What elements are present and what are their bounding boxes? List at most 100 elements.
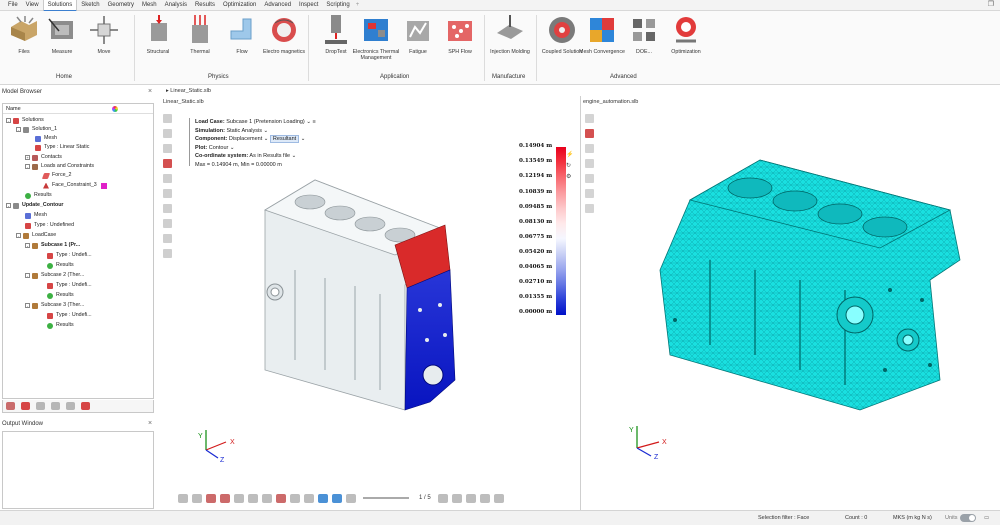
engine-block-contour-model[interactable]: [255, 170, 465, 415]
zoom-icon[interactable]: [220, 493, 230, 503]
units-system[interactable]: MKS (m kg N s): [893, 515, 932, 521]
tree-node-solutions[interactable]: - Solutions: [6, 117, 44, 124]
injection-molding-button[interactable]: Injection Molding: [486, 13, 534, 69]
chevron-down-icon[interactable]: ⌄: [306, 119, 311, 125]
face-tool-icon[interactable]: [585, 174, 594, 183]
axes-icon[interactable]: [178, 493, 188, 503]
chevron-down-icon[interactable]: ⌄: [264, 136, 269, 142]
measure-button[interactable]: Measure: [38, 13, 86, 69]
tree-node-type[interactable]: Type : Undefi...: [47, 312, 92, 319]
tree-node-type[interactable]: Type : Undefi...: [47, 252, 92, 259]
animation-slider[interactable]: [363, 497, 409, 499]
plot-row[interactable]: Plot: Contour ⌄: [195, 144, 316, 153]
ruler-icon[interactable]: [437, 493, 448, 503]
close-icon[interactable]: ×: [148, 88, 152, 95]
collapse-icon[interactable]: -: [25, 273, 30, 278]
tab-materials-icon[interactable]: [66, 402, 75, 410]
ruler-icon[interactable]: [451, 493, 462, 503]
chevron-down-icon[interactable]: ⌄: [301, 136, 306, 142]
animate-tool-icon[interactable]: [163, 219, 172, 228]
tree-node-results[interactable]: Results: [47, 322, 74, 329]
ruler-icon[interactable]: [493, 493, 504, 503]
probe-tool-icon[interactable]: [163, 129, 172, 138]
section-tool-icon[interactable]: [163, 144, 172, 153]
curve-tool-icon[interactable]: [585, 129, 594, 138]
wireframe-icon[interactable]: [290, 493, 300, 503]
collapse-icon[interactable]: -: [25, 243, 30, 248]
menu-icon[interactable]: ≡: [312, 119, 315, 125]
query-tool-icon[interactable]: [163, 234, 172, 243]
color-wheel-icon[interactable]: [112, 106, 118, 112]
component-dropdown[interactable]: Displacement: [229, 136, 262, 142]
menu-scripting[interactable]: Scripting: [322, 0, 353, 10]
output-window[interactable]: [2, 431, 154, 509]
collapse-icon[interactable]: -: [6, 118, 11, 123]
tree-node-solution1[interactable]: - Solution_1: [16, 126, 57, 133]
panel-toggle-icon[interactable]: ▭: [984, 515, 989, 521]
tree-node-results[interactable]: Results: [47, 292, 74, 299]
collapse-icon[interactable]: -: [16, 127, 21, 132]
document-tab[interactable]: ▸ Linear_Static.slb: [166, 88, 211, 94]
optimization-button[interactable]: Optimization: [662, 13, 710, 69]
tree-node-subcase2[interactable]: - Subcase 2 (Ther...: [25, 272, 84, 279]
simulation-dropdown[interactable]: Static Analysis: [226, 128, 261, 134]
ruler-icon[interactable]: [479, 493, 490, 503]
selection-filter[interactable]: Selection filter : Face: [758, 515, 809, 521]
load-case-row[interactable]: Load Case: Subcase 1 (Pretension Loading…: [195, 118, 316, 127]
tab-parts-icon[interactable]: [36, 402, 45, 410]
shaded-edges-icon[interactable]: [318, 493, 328, 503]
tree-node-type[interactable]: Type : Undefined: [25, 222, 74, 229]
coord-dropdown[interactable]: As in Results file: [249, 153, 290, 159]
note-tool-icon[interactable]: [163, 249, 172, 258]
eye-icon[interactable]: [248, 493, 258, 503]
electromagnetics-button[interactable]: Electro magnetics: [260, 13, 308, 69]
tree-node-loads[interactable]: - Loads and Constraints: [25, 163, 94, 170]
select-tool-icon[interactable]: [585, 114, 594, 123]
component-sub-dropdown[interactable]: Resultant: [269, 135, 300, 143]
units-toggle[interactable]: [960, 514, 976, 522]
doe-button[interactable]: DOE...: [620, 13, 668, 69]
shaded-icon[interactable]: [304, 493, 314, 503]
tree-node-mesh[interactable]: Mesh: [25, 212, 47, 219]
structural-button[interactable]: Structural: [134, 13, 182, 69]
move-button[interactable]: Move: [80, 13, 128, 69]
menu-file[interactable]: File: [4, 0, 22, 10]
vector-tool-icon[interactable]: [163, 189, 172, 198]
edge-tool-icon[interactable]: [585, 189, 594, 198]
tree-node-subcase3[interactable]: - Subcase 3 (Ther...: [25, 302, 84, 309]
add-tab-icon[interactable]: +: [354, 2, 360, 8]
collapse-icon[interactable]: -: [25, 164, 30, 169]
show-icon[interactable]: [262, 493, 272, 503]
split-tool-icon[interactable]: [585, 204, 594, 213]
tree-node-type[interactable]: Type : Linear Static: [35, 144, 89, 151]
mesh-display-icon[interactable]: [332, 493, 342, 503]
tab-more-icon[interactable]: [81, 402, 90, 410]
contour-tool-icon[interactable]: [163, 159, 172, 168]
lightning-icon[interactable]: ⚡: [566, 150, 573, 161]
menu-optimization[interactable]: Optimization: [219, 0, 260, 10]
thermal-button[interactable]: Thermal: [176, 13, 224, 69]
engine-block-mesh-model[interactable]: [650, 140, 980, 415]
restore-window-icon[interactable]: ❐: [988, 0, 994, 8]
tab-geometry-icon[interactable]: [6, 402, 15, 410]
sph-flow-button[interactable]: SPH Flow: [436, 13, 484, 69]
menu-results[interactable]: Results: [191, 0, 219, 10]
coord-row[interactable]: Co-ordinate system: As in Results file ⌄: [195, 152, 316, 161]
tree-node-force[interactable]: Force_2: [41, 172, 71, 179]
flow-button[interactable]: Flow: [218, 13, 266, 69]
shape-tool-icon[interactable]: [585, 159, 594, 168]
refresh-icon[interactable]: ↻: [566, 161, 573, 172]
menu-geometry[interactable]: Geometry: [104, 0, 138, 10]
load-case-dropdown[interactable]: Subcase 1 (Pretension Loading): [226, 119, 305, 125]
deform-tool-icon[interactable]: [163, 174, 172, 183]
settings-icon[interactable]: ⚙: [566, 172, 573, 183]
chevron-down-icon[interactable]: ⌄: [230, 145, 235, 151]
tab-mesh-icon[interactable]: [51, 402, 60, 410]
tree-node-mesh[interactable]: Mesh: [35, 135, 57, 142]
component-row[interactable]: Component: Displacement ⌄ Resultant ⌄: [195, 135, 316, 144]
menu-sketch[interactable]: Sketch: [77, 0, 103, 10]
tree-node-type[interactable]: Type : Undefi...: [47, 282, 92, 289]
tree-node-results[interactable]: Results: [47, 262, 74, 269]
menu-analysis[interactable]: Analysis: [161, 0, 191, 10]
tab-solutions-icon[interactable]: [21, 402, 30, 410]
